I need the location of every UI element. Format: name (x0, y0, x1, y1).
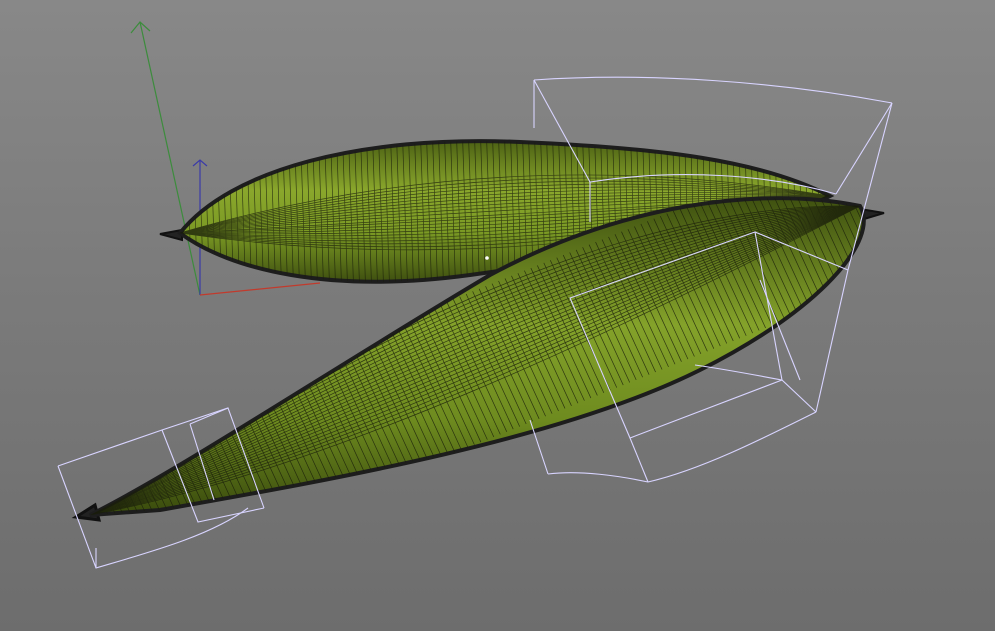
scene-canvas[interactable] (0, 0, 995, 631)
3d-viewport[interactable] (0, 0, 995, 631)
pivot-point (485, 256, 489, 260)
x-axis-line (199, 282, 321, 296)
y-axis-line (139, 21, 201, 296)
lattice-right-top (533, 76, 893, 104)
